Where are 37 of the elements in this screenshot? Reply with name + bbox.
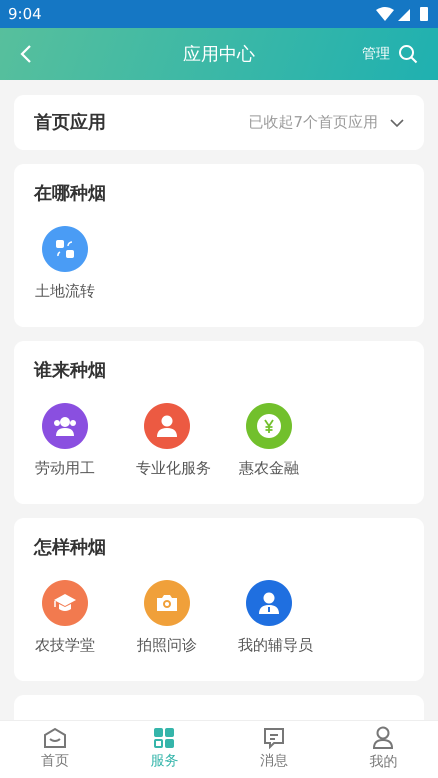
tab-item[interactable]: 消息 [219,721,328,778]
group-icon [52,415,78,437]
tab-item[interactable]: 首页 [0,721,110,778]
search-icon[interactable] [398,44,418,64]
app-item[interactable]: 土地流转 [34,226,136,302]
app-item[interactable]: 农技学堂 [34,580,136,656]
app-label: 农技学堂 [35,635,95,656]
app-item[interactable]: 我的辅导员 [238,580,340,656]
message-icon [262,727,286,749]
app-label: 惠农金融 [239,458,299,479]
home-icon [42,727,67,749]
section-title: 谁来种烟 [34,359,107,383]
app-label: 拍照问诊 [137,635,197,656]
section-title: 怎样种烟 [34,536,107,560]
card-title: 首页应用 [34,111,106,135]
advisor-icon [258,591,280,615]
app-label: 劳动用工 [35,458,95,479]
grid-icon [153,727,176,749]
status-time: 9:04 [8,4,42,25]
camera-icon [155,593,179,613]
status-icons [376,6,430,22]
graduation-cap-icon [52,592,78,614]
tab-item[interactable]: 我的 [328,721,438,778]
app-label: 我的辅导员 [238,635,313,656]
app-label: 土地流转 [35,281,95,302]
chevron-down-icon [390,118,404,128]
yen-coin-icon [256,413,282,439]
app-label: 专业化服务 [136,458,211,479]
app-item[interactable]: 拍照问诊 [136,580,238,656]
person-icon [156,414,178,438]
user-icon [372,726,394,750]
app-item[interactable]: 惠农金融 [238,403,340,480]
section-title: 在哪种烟 [34,182,107,206]
page-title: 应用中心 [183,42,255,66]
app-item[interactable]: 劳动用工 [34,403,136,480]
transfer-icon [54,238,76,260]
app-item[interactable]: 专业化服务 [136,403,238,480]
